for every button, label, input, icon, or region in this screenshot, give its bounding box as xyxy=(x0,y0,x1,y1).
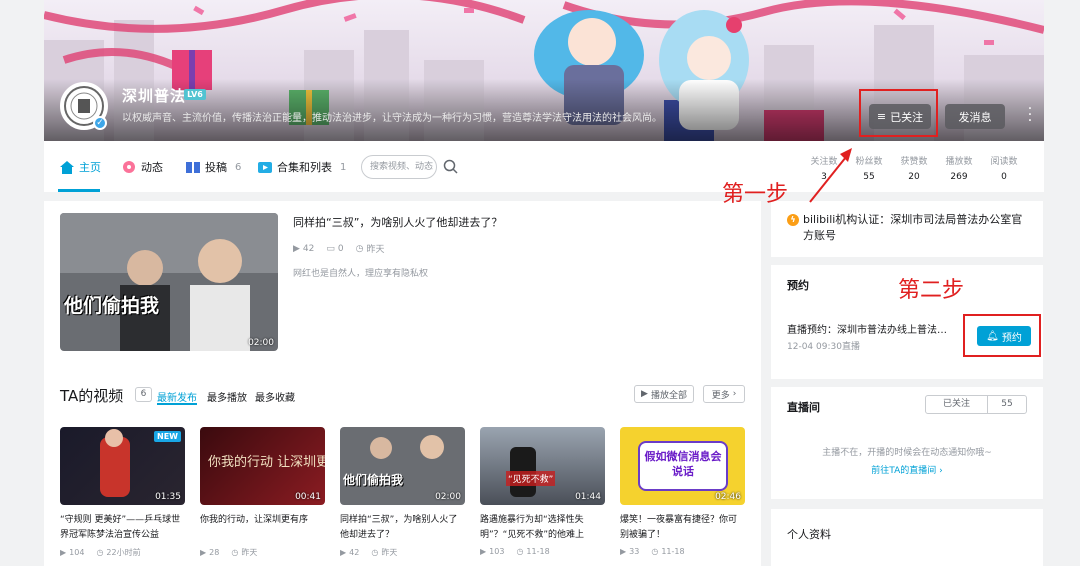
stat-likes: 获赞数 20 xyxy=(900,157,928,182)
video-title[interactable]: 同样拍“三叔”，为啥别人火了他却进去了？ xyxy=(340,513,465,543)
chevron-right-icon: › xyxy=(732,389,737,399)
video-thumbnail[interactable]: “见死不救” 01:44 xyxy=(480,427,605,505)
dynamic-icon xyxy=(123,161,135,173)
main-content: 他们偷拍我 02:00 同样拍“三叔”，为啥别人火了他却进去了？ ▶ 42 ▭ 0 … xyxy=(44,201,761,566)
message-button[interactable]: 发消息 xyxy=(945,104,1005,129)
play-count-icon: ▶ xyxy=(293,243,300,254)
active-tab-indicator xyxy=(58,189,100,192)
video-title[interactable]: 路遇施暴行为却“选择性失明”？“见死不救”的他难上 xyxy=(480,513,605,543)
featured-video-desc: 网红也是自然人，理应享有隐私权 xyxy=(293,269,429,279)
play-count-icon: ▶ xyxy=(480,547,487,556)
sort-most-favorited[interactable]: 最多收藏 xyxy=(255,389,295,404)
live-room-card: 直播间 已关注 55 主播不在，开播的时候会在动态通知你哦~ 前往TA的直播间 … xyxy=(771,387,1043,499)
step2-highlight-box xyxy=(963,314,1041,357)
reservation-title: 预约 xyxy=(787,279,809,292)
video-thumbnail[interactable]: NEW 01:35 xyxy=(60,427,185,505)
clock-icon: ◷ xyxy=(651,547,659,556)
video-card[interactable]: 他们偷拍我 02:00 同样拍“三叔”，为啥别人火了他却进去了？ ▶ 42 ◷ 昨天 xyxy=(340,427,465,558)
clock-icon: ◷ xyxy=(96,548,104,557)
user-sign: 以权威声音、主流价值，传播法治正能量，推动法治进步，让守法成为一种行为习惯，营造… xyxy=(122,113,662,124)
featured-thumb-caption: 他们偷拍我 xyxy=(64,295,160,317)
more-button[interactable]: 更多 › xyxy=(703,385,745,403)
level-badge: LV6 xyxy=(184,89,206,100)
sort-most-played[interactable]: 最多播放 xyxy=(207,389,247,404)
video-card[interactable]: 假如微信消息会说话 02:46 爆笑！一夜暴富有捷径？你可别被骗了！ ▶ 33 ◷ 1… xyxy=(620,427,745,556)
play-count-icon: ▶ xyxy=(340,548,347,557)
search-input[interactable]: 搜索视频、动态 xyxy=(361,155,437,179)
home-icon xyxy=(60,160,74,174)
uploads-icon xyxy=(186,161,200,173)
video-title[interactable]: 你我的行动，让深圳更有序 xyxy=(200,513,325,543)
go-live-room-link[interactable]: 前往TA的直播间 › xyxy=(771,463,1043,476)
clock-icon: ◷ xyxy=(231,548,239,557)
verified-badge-icon: ✓ xyxy=(93,116,107,130)
play-all-button[interactable]: ▶ 播放全部 xyxy=(634,385,694,403)
new-badge: NEW xyxy=(154,431,181,442)
video-card[interactable]: NEW 01:35 “守规则 更美好”——乒乓球世界冠军陈梦法治宣传公益 ▶ 10… xyxy=(60,427,185,558)
tab-dynamic[interactable]: 动态 xyxy=(122,159,163,175)
more-options-icon[interactable]: · · · xyxy=(1026,102,1034,128)
personal-info-card: 个人资料 xyxy=(771,509,1043,566)
videos-section-title: TA的视频 xyxy=(60,387,124,405)
reservation-time: 12-04 09:30直播 xyxy=(787,342,860,352)
step2-label: 第二步 xyxy=(898,278,965,303)
featured-duration: 02:00 xyxy=(248,338,274,348)
tab-uploads[interactable]: 投稿 6 xyxy=(186,159,241,175)
stat-plays: 播放数 269 xyxy=(945,157,973,182)
certification-icon: ϟ xyxy=(787,214,799,226)
step1-highlight-box xyxy=(859,89,938,137)
clock-icon: ◷ xyxy=(371,548,379,557)
user-name: 深圳普法 xyxy=(122,87,187,105)
live-follow-segment[interactable]: 已关注 55 xyxy=(925,395,1027,414)
certification-text: bilibili机构认证：深圳市司法局普法办公室官方账号 xyxy=(803,213,1023,242)
play-count-icon: ▶ xyxy=(620,547,627,556)
live-room-note: 主播不在，开播的时候会在动态通知你哦~ xyxy=(822,448,992,458)
video-card[interactable]: 你我的行动 让深圳更有序 00:41 你我的行动，让深圳更有序 ▶28◷昨天 xyxy=(200,427,325,558)
search-icon[interactable] xyxy=(443,159,458,174)
play-count-icon: ▶ xyxy=(60,548,67,557)
active-sort-indicator xyxy=(157,403,197,405)
featured-video-thumbnail[interactable]: 他们偷拍我 02:00 xyxy=(60,213,278,351)
clock-icon: ◷ xyxy=(516,547,524,556)
live-room-title: 直播间 xyxy=(787,401,820,414)
profile-nav: 主页 动态 投稿 6 合集和列表 1 搜索视频、动态 关注数 3 粉丝数 55 获赞数 2… xyxy=(44,141,1044,192)
video-thumbnail[interactable]: 假如微信消息会说话 02:46 xyxy=(620,427,745,505)
videos-count: 6 xyxy=(135,387,152,402)
video-thumbnail[interactable]: 他们偷拍我 02:00 xyxy=(340,427,465,505)
step1-arrow-icon xyxy=(809,148,852,203)
live-followed-label[interactable]: 已关注 xyxy=(926,396,988,413)
play-icon: ▶ xyxy=(641,389,648,399)
live-follow-count: 55 xyxy=(1001,399,1013,409)
chevron-right-icon: › xyxy=(939,466,943,476)
step1-label: 第一步 xyxy=(722,182,789,207)
collections-icon xyxy=(258,161,272,173)
sort-latest[interactable]: 最新发布 xyxy=(157,389,197,404)
clock-icon: ◷ xyxy=(355,243,364,254)
featured-video-title[interactable]: 同样拍“三叔”，为啥别人火了他却进去了？ xyxy=(293,214,502,230)
featured-video-meta: ▶ 42 ▭ 0 ◷ 昨天 xyxy=(293,243,385,256)
tab-home[interactable]: 主页 xyxy=(60,159,101,175)
tab-collections[interactable]: 合集和列表 1 xyxy=(258,159,346,175)
video-card[interactable]: “见死不救” 01:44 路遇施暴行为却“选择性失明”？“见死不救”的他难上 ▶… xyxy=(480,427,605,556)
reservation-live-title[interactable]: 直播预约：深圳市普法办线上普法活... xyxy=(787,321,947,336)
comment-icon: ▭ xyxy=(326,243,335,254)
stat-reads: 阅读数 0 xyxy=(990,157,1018,182)
video-title[interactable]: 爆笑！一夜暴富有捷径？你可别被骗了！ xyxy=(620,513,745,543)
play-count-icon: ▶ xyxy=(200,548,207,557)
video-title[interactable]: “守规则 更美好”——乒乓球世界冠军陈梦法治宣传公益 xyxy=(60,513,185,543)
personal-info-title: 个人资料 xyxy=(787,528,831,541)
video-thumbnail[interactable]: 你我的行动 让深圳更有序 00:41 xyxy=(200,427,325,505)
